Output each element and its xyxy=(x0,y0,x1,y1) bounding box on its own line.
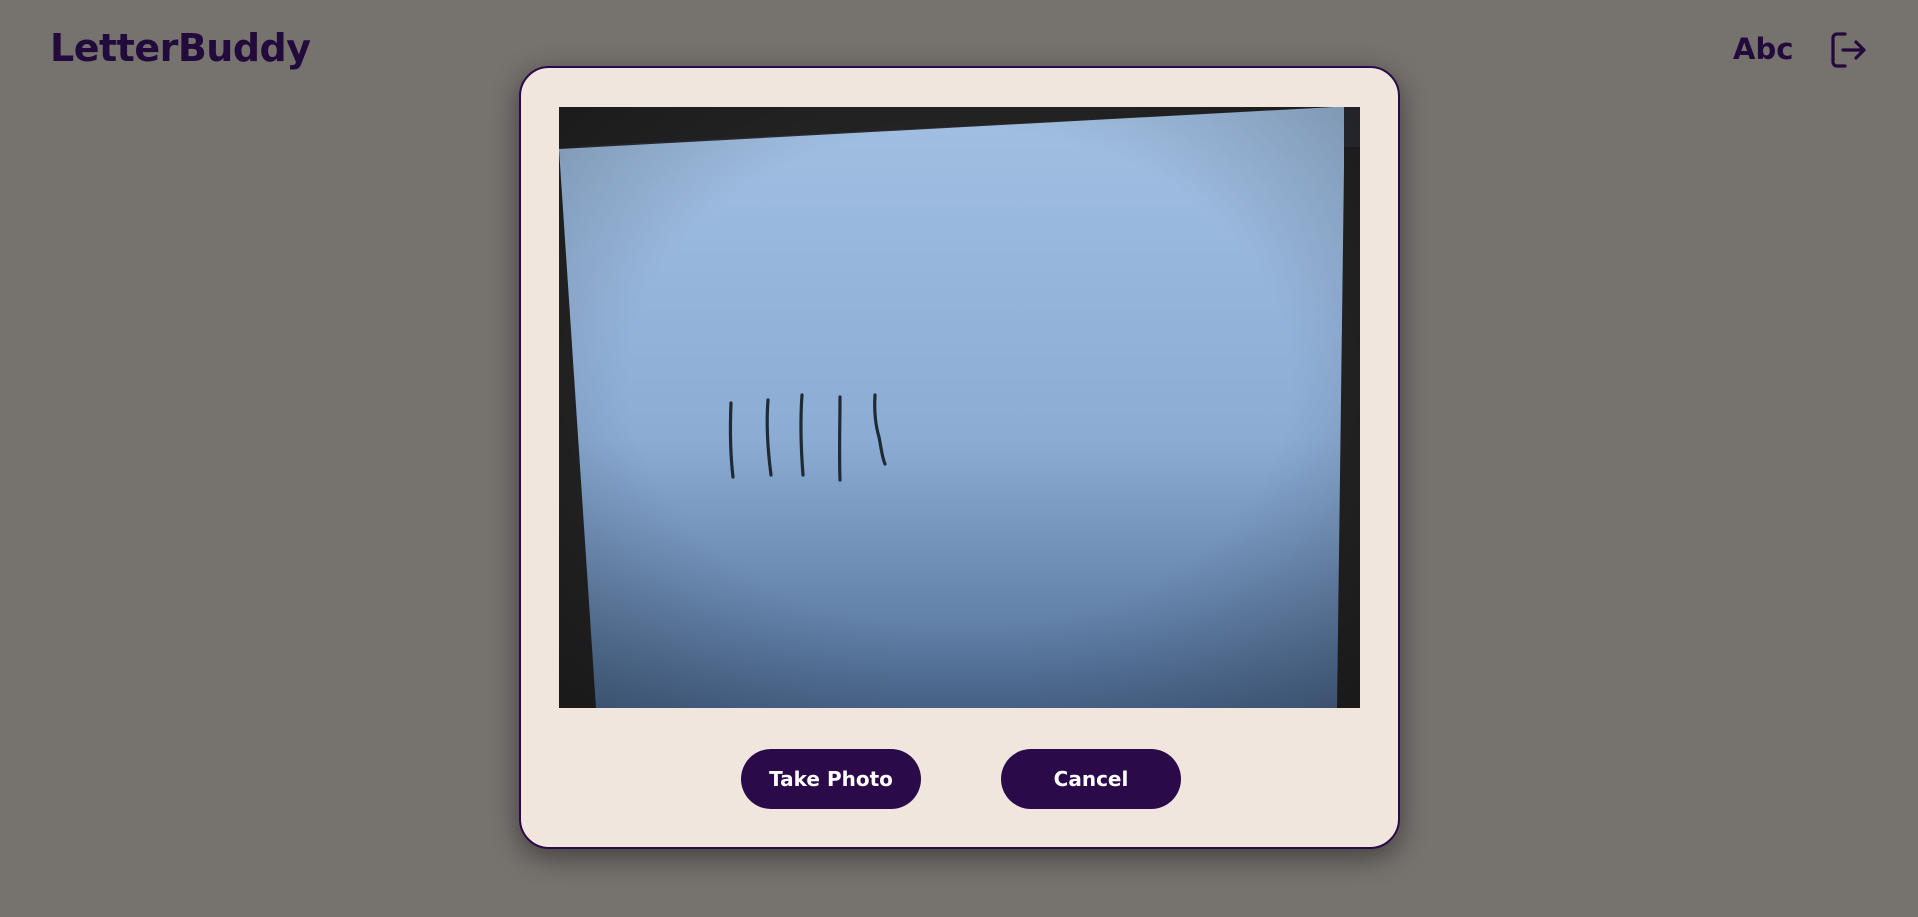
abc-icon[interactable]: Abc xyxy=(1733,32,1793,66)
camera-modal: Take Photo Cancel xyxy=(519,66,1400,849)
logout-icon[interactable] xyxy=(1826,28,1870,72)
cancel-button[interactable]: Cancel xyxy=(1001,749,1181,809)
camera-preview xyxy=(559,107,1360,708)
app-logo: LetterBuddy xyxy=(50,26,311,70)
take-photo-button[interactable]: Take Photo xyxy=(741,749,921,809)
